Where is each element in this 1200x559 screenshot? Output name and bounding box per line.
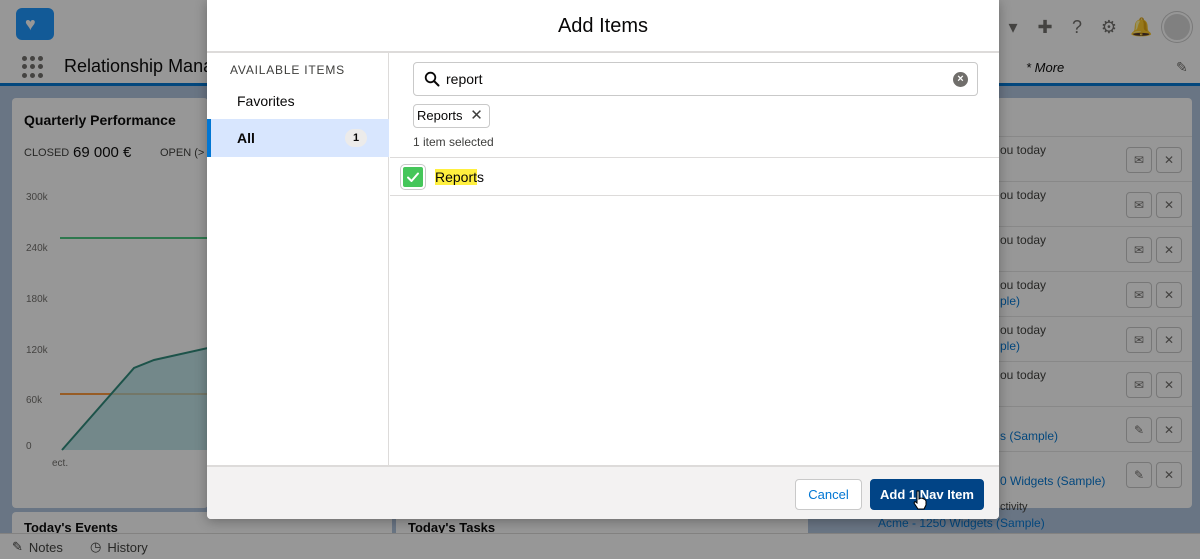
section-label: AVAILABLE ITEMS (230, 63, 345, 77)
result-label: Reports (435, 169, 484, 185)
search-input[interactable] (446, 69, 936, 89)
selected-count: 1 item selected (413, 135, 494, 149)
list-item[interactable]: Reports (390, 157, 999, 196)
search-box: × (413, 62, 978, 96)
selected-pill: Reports ✕ (413, 104, 490, 128)
search-icon (424, 71, 440, 87)
add-items-modal: Add Items AVAILABLE ITEMS Favorites All … (207, 0, 999, 519)
cancel-button[interactable]: Cancel (795, 479, 862, 510)
modal-footer: Cancel Add 1 Nav Item (207, 465, 999, 519)
match-highlight: Report (435, 169, 478, 185)
left-item-label: All (237, 130, 255, 146)
modal-body: AVAILABLE ITEMS Favorites All 1 × Report… (207, 53, 999, 465)
items-panel: × Reports ✕ 1 item selected Reports (390, 53, 999, 465)
available-items-panel: AVAILABLE ITEMS Favorites All 1 (207, 53, 389, 465)
close-icon[interactable]: ✕ (469, 105, 485, 127)
check-icon (407, 172, 419, 182)
result-label-rest: s (477, 169, 485, 185)
modal-title: Add Items (557, 15, 649, 37)
left-item-all[interactable]: All 1 (207, 119, 389, 157)
left-item-favorites[interactable]: Favorites (207, 82, 389, 120)
checkbox[interactable] (401, 165, 425, 189)
modal-header: Add Items (207, 0, 999, 53)
hand-cursor-icon (913, 490, 927, 510)
pill-label: Reports (417, 108, 463, 123)
left-item-label: Favorites (237, 93, 295, 109)
count-badge: 1 (345, 129, 367, 147)
clear-icon[interactable]: × (953, 72, 968, 87)
